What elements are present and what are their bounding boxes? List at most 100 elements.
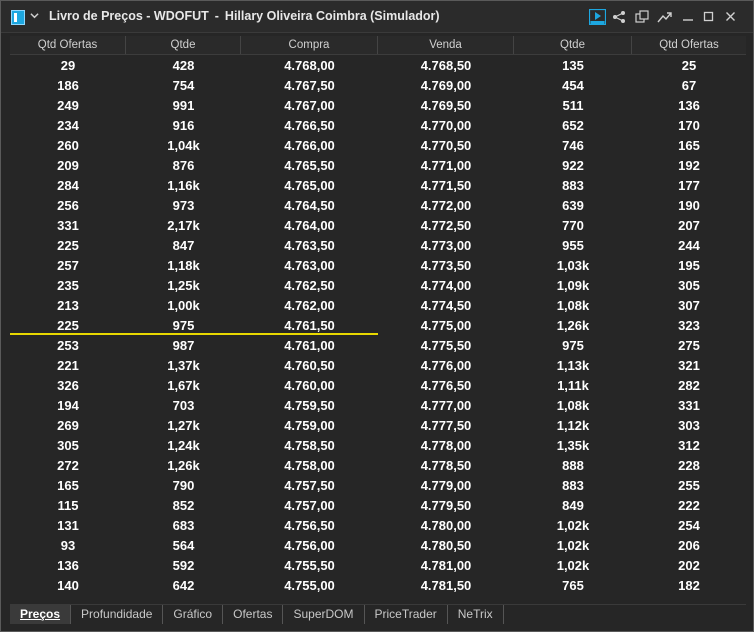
cell-sell-qty[interactable]: 883 — [514, 476, 632, 496]
cell-buy-qty[interactable]: 876 — [126, 156, 241, 176]
cell-buy-qty[interactable]: 1,16k — [126, 176, 241, 196]
cell-sell-offers[interactable]: 190 — [632, 196, 746, 216]
cell-sell-qty[interactable]: 1,11k — [514, 376, 632, 396]
tab-superdom[interactable]: SuperDOM — [283, 605, 365, 624]
cell-buy-qty[interactable]: 428 — [126, 56, 241, 76]
tab-gr-fico[interactable]: Gráfico — [163, 605, 224, 624]
cell-sell-offers[interactable]: 165 — [632, 136, 746, 156]
cell-sell-price[interactable]: 4.769,50 — [378, 96, 514, 116]
share-icon[interactable] — [612, 10, 628, 24]
cell-buy-qty[interactable]: 2,17k — [126, 216, 241, 236]
cell-sell-qty[interactable]: 922 — [514, 156, 632, 176]
cell-sell-offers[interactable]: 228 — [632, 456, 746, 476]
play-icon[interactable] — [589, 9, 606, 25]
close-icon[interactable] — [725, 10, 741, 24]
cell-sell-qty[interactable]: 883 — [514, 176, 632, 196]
cell-buy-price[interactable]: 4.768,00 — [241, 56, 378, 76]
cell-buy-qty[interactable]: 790 — [126, 476, 241, 496]
cell-buy-qty[interactable]: 703 — [126, 396, 241, 416]
cell-buy-qty[interactable]: 973 — [126, 196, 241, 216]
cell-buy-offers[interactable]: 225 — [10, 236, 126, 256]
cell-sell-offers[interactable]: 282 — [632, 376, 746, 396]
cell-buy-offers[interactable]: 256 — [10, 196, 126, 216]
table-row[interactable]: 165 790 4.757,50 4.779,00 883 255 — [10, 476, 746, 496]
col-header-buy-qty[interactable]: Qtde — [126, 36, 241, 54]
cell-buy-price[interactable]: 4.763,00 — [241, 256, 378, 276]
tab-pricetrader[interactable]: PriceTrader — [365, 605, 448, 624]
table-row[interactable]: 305 1,24k 4.758,50 4.778,00 1,35k 312 — [10, 436, 746, 456]
cell-sell-qty[interactable]: 1,12k — [514, 416, 632, 436]
cell-sell-qty[interactable]: 1,02k — [514, 556, 632, 576]
cell-buy-offers[interactable]: 284 — [10, 176, 126, 196]
cell-buy-offers[interactable]: 249 — [10, 96, 126, 116]
cell-buy-price[interactable]: 4.758,50 — [241, 436, 378, 456]
cell-sell-price[interactable]: 4.770,50 — [378, 136, 514, 156]
cell-buy-price[interactable]: 4.766,50 — [241, 116, 378, 136]
cell-buy-price[interactable]: 4.760,50 — [241, 356, 378, 376]
cell-buy-offers[interactable]: 253 — [10, 336, 126, 356]
cell-sell-offers[interactable]: 275 — [632, 336, 746, 356]
detach-icon[interactable] — [635, 10, 651, 24]
cell-buy-qty[interactable]: 1,25k — [126, 276, 241, 296]
table-row[interactable]: 326 1,67k 4.760,00 4.776,50 1,11k 282 — [10, 376, 746, 396]
cell-sell-qty[interactable]: 1,13k — [514, 356, 632, 376]
cell-sell-offers[interactable]: 303 — [632, 416, 746, 436]
cell-sell-qty[interactable]: 1,02k — [514, 516, 632, 536]
cell-buy-offers[interactable]: 326 — [10, 376, 126, 396]
cell-buy-offers[interactable]: 165 — [10, 476, 126, 496]
cell-sell-price[interactable]: 4.772,00 — [378, 196, 514, 216]
cell-buy-qty[interactable]: 1,00k — [126, 296, 241, 316]
cell-buy-price[interactable]: 4.767,00 — [241, 96, 378, 116]
cell-buy-offers[interactable]: 136 — [10, 556, 126, 576]
cell-buy-price[interactable]: 4.755,00 — [241, 576, 378, 596]
cell-buy-offers[interactable]: 221 — [10, 356, 126, 376]
cell-buy-price[interactable]: 4.764,00 — [241, 216, 378, 236]
table-row[interactable]: 269 1,27k 4.759,00 4.777,50 1,12k 303 — [10, 416, 746, 436]
col-header-buy-price[interactable]: Compra — [241, 36, 378, 54]
cell-sell-price[interactable]: 4.768,50 — [378, 56, 514, 76]
cell-sell-price[interactable]: 4.772,50 — [378, 216, 514, 236]
cell-sell-price[interactable]: 4.778,00 — [378, 436, 514, 456]
cell-buy-offers[interactable]: 93 — [10, 536, 126, 556]
cell-buy-offers[interactable]: 235 — [10, 276, 126, 296]
cell-buy-qty[interactable]: 991 — [126, 96, 241, 116]
cell-buy-offers[interactable]: 305 — [10, 436, 126, 456]
cell-sell-price[interactable]: 4.773,00 — [378, 236, 514, 256]
cell-sell-offers[interactable]: 67 — [632, 76, 746, 96]
table-row[interactable]: 257 1,18k 4.763,00 4.773,50 1,03k 195 — [10, 256, 746, 276]
cell-sell-price[interactable]: 4.780,00 — [378, 516, 514, 536]
cell-sell-offers[interactable]: 207 — [632, 216, 746, 236]
cell-sell-offers[interactable]: 312 — [632, 436, 746, 456]
table-row[interactable]: 235 1,25k 4.762,50 4.774,00 1,09k 305 — [10, 276, 746, 296]
cell-sell-price[interactable]: 4.778,50 — [378, 456, 514, 476]
cell-sell-offers[interactable]: 255 — [632, 476, 746, 496]
cell-buy-price[interactable]: 4.762,50 — [241, 276, 378, 296]
title-bar[interactable]: Livro de Preços - WDOFUT - Hillary Oliveir… — [1, 1, 753, 33]
col-header-sell-qty[interactable]: Qtde — [514, 36, 632, 54]
cell-buy-price[interactable]: 4.765,50 — [241, 156, 378, 176]
table-row[interactable]: 256 973 4.764,50 4.772,00 639 190 — [10, 196, 746, 216]
cell-sell-qty[interactable]: 1,08k — [514, 396, 632, 416]
cell-sell-price[interactable]: 4.773,50 — [378, 256, 514, 276]
cell-buy-price[interactable]: 4.767,50 — [241, 76, 378, 96]
cell-buy-price[interactable]: 4.765,00 — [241, 176, 378, 196]
cell-buy-qty[interactable]: 642 — [126, 576, 241, 596]
book-icon[interactable] — [11, 10, 25, 25]
tab-profundidade[interactable]: Profundidade — [71, 605, 164, 624]
cell-buy-qty[interactable]: 852 — [126, 496, 241, 516]
cell-sell-qty[interactable]: 652 — [514, 116, 632, 136]
cell-sell-qty[interactable]: 1,03k — [514, 256, 632, 276]
cell-buy-offers[interactable]: 269 — [10, 416, 126, 436]
cell-buy-qty[interactable]: 987 — [126, 336, 241, 356]
col-header-sell-price[interactable]: Venda — [378, 36, 514, 54]
table-row[interactable]: 249 991 4.767,00 4.769,50 511 136 — [10, 96, 746, 116]
cell-buy-qty[interactable]: 754 — [126, 76, 241, 96]
table-row[interactable]: 194 703 4.759,50 4.777,00 1,08k 331 — [10, 396, 746, 416]
table-row[interactable]: 213 1,00k 4.762,00 4.774,50 1,08k 307 — [10, 296, 746, 316]
cell-sell-offers[interactable]: 136 — [632, 96, 746, 116]
cell-sell-qty[interactable]: 1,26k — [514, 316, 632, 336]
cell-sell-price[interactable]: 4.776,50 — [378, 376, 514, 396]
cell-sell-price[interactable]: 4.779,00 — [378, 476, 514, 496]
table-row[interactable]: 131 683 4.756,50 4.780,00 1,02k 254 — [10, 516, 746, 536]
cell-buy-qty[interactable]: 1,37k — [126, 356, 241, 376]
